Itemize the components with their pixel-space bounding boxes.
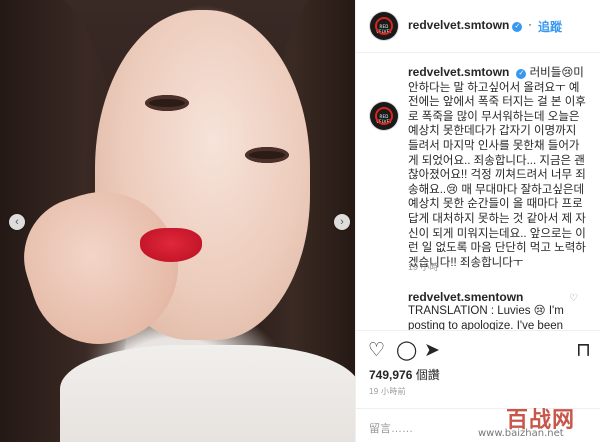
caption-avatar-text: RED VELVET (376, 114, 392, 124)
comment-input-placeholder[interactable]: 留言…… (369, 420, 413, 436)
comment-username[interactable]: redvelvet.smentown (408, 290, 523, 304)
caption-avatar[interactable]: RED VELVET (370, 102, 398, 130)
eye-left (145, 95, 189, 111)
comment-icon[interactable]: ◯ (396, 341, 417, 361)
header-username-text[interactable]: redvelvet.smtown (408, 18, 509, 32)
verified-icon: ✓ (512, 22, 523, 32)
lips (140, 228, 202, 262)
likes-label: 個讚 (412, 368, 440, 382)
comments-section[interactable]: RED VELVET redvelvet.smtown ✓ 러비들😢미안하다는 말… (356, 52, 600, 330)
like-heart-icon[interactable]: ♡ (368, 341, 385, 361)
caption-username[interactable]: redvelvet.smtown (408, 65, 509, 79)
caption-verified-icon: ✓ (516, 69, 527, 79)
caption-time[interactable]: 19 小時 (408, 260, 439, 273)
save-bookmark-icon[interactable]: ⊓ (576, 341, 591, 361)
comment-like-heart-icon[interactable]: ♡ (569, 293, 578, 304)
post-header: RED VELVET redvelvet.smtown ✓ · 追蹤 (356, 0, 600, 53)
comment-text: TRANSLATION : Luvies 😢 I'm posting to ap… (408, 305, 564, 330)
caption-text: 러비들😢미안하다는 말 하고싶어서 올려요ㅜ 예전에는 앞에서 폭죽 터지는 걸… (408, 67, 586, 269)
next-photo-button[interactable]: › (334, 214, 350, 230)
avatar-text: RED VELVET (376, 24, 392, 34)
separator-dot: · (528, 17, 532, 31)
post-photo[interactable]: ‹ › (0, 0, 355, 442)
prev-photo-button[interactable]: ‹ (9, 214, 25, 230)
caption: redvelvet.smtown ✓ 러비들😢미안하다는 말 하고싶어서 올려요ㅜ… (408, 65, 590, 270)
avatar[interactable]: RED VELVET (370, 12, 398, 40)
watermark-url: www.baizhan.net (478, 428, 564, 439)
share-icon[interactable]: ➤ (424, 341, 440, 361)
post-date[interactable]: 19 小時前 (369, 386, 406, 397)
follow-button[interactable]: 追蹤 (538, 18, 562, 35)
header-username[interactable]: redvelvet.smtown ✓ (408, 18, 523, 32)
pillow (60, 345, 355, 442)
likes-count[interactable]: 749,976 個讚 (369, 366, 440, 383)
post-sidebar: RED VELVET redvelvet.smtown ✓ · 追蹤 RED VE… (355, 0, 600, 442)
watermark: 百战网 www.baizhan.net (478, 404, 596, 440)
likes-number: 749,976 (369, 368, 413, 382)
eye-right (245, 147, 289, 163)
